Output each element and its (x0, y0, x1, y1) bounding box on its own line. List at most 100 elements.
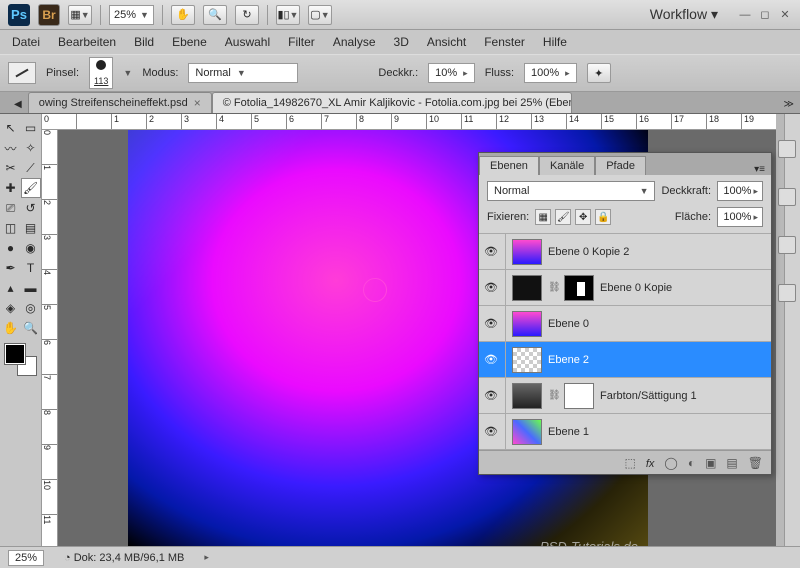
doc-tab-1[interactable]: owing Streifenscheineffekt.psd× (28, 92, 212, 113)
visibility-icon[interactable]: 👁 (483, 424, 499, 440)
lock-pixels-icon[interactable]: 🖌 (555, 209, 571, 225)
menu-bild[interactable]: Bild (134, 35, 154, 49)
menu-hilfe[interactable]: Hilfe (543, 35, 567, 49)
group-icon[interactable]: ▣ (705, 456, 716, 470)
panel-tab-ebenen[interactable]: Ebenen (479, 156, 539, 175)
pen-tool[interactable]: ✒ (1, 258, 21, 278)
layer-thumb[interactable] (512, 239, 542, 265)
eyedropper-tool[interactable]: ⟋ (21, 158, 41, 178)
layer-row[interactable]: 👁 Ebene 1 (479, 414, 771, 450)
lasso-tool[interactable]: 〰 (1, 138, 21, 158)
arrange-button[interactable]: ▮▯▼ (276, 5, 300, 25)
layer-thumb[interactable] (512, 347, 542, 373)
layer-name[interactable]: Farbton/Sättigung 1 (600, 390, 697, 402)
history-brush-tool[interactable]: ↺ (21, 198, 41, 218)
3d-camera-tool[interactable]: ◎ (21, 298, 41, 318)
layer-mask-icon[interactable]: ◯ (664, 456, 677, 470)
visibility-icon[interactable]: 👁 (483, 352, 499, 368)
menu-ebene[interactable]: Ebene (172, 35, 207, 49)
close-icon[interactable]: ✕ (778, 8, 792, 22)
wand-tool[interactable]: ✧ (21, 138, 41, 158)
type-tool[interactable]: T (21, 258, 41, 278)
blur-tool[interactable]: ● (1, 238, 21, 258)
link-layers-icon[interactable]: ⬚ (624, 456, 635, 470)
menu-analyse[interactable]: Analyse (333, 35, 376, 49)
layer-thumb[interactable] (512, 383, 542, 409)
zoom-tool[interactable]: 🔍 (21, 318, 41, 338)
layer-name[interactable]: Ebene 1 (548, 426, 589, 438)
layer-blend-select[interactable]: Normal▼ (487, 181, 655, 201)
menu-auswahl[interactable]: Auswahl (225, 35, 270, 49)
airbrush-icon[interactable]: ✦ (587, 63, 611, 83)
layer-fx-icon[interactable]: fx (646, 456, 655, 470)
delete-layer-icon[interactable]: 🗑 (748, 456, 763, 470)
brush-picker[interactable]: 113 (89, 57, 113, 89)
layer-thumb[interactable] (512, 419, 542, 445)
layer-fill-field[interactable]: 100%▸ (717, 207, 763, 227)
crop-tool[interactable]: ✂ (1, 158, 21, 178)
layer-name[interactable]: Ebene 0 Kopie 2 (548, 246, 629, 258)
layer-mask-thumb[interactable] (564, 275, 594, 301)
menu-filter[interactable]: Filter (288, 35, 315, 49)
tab-scroll-left-icon[interactable]: ◀ (8, 96, 28, 113)
new-layer-icon[interactable]: ▤ (726, 456, 737, 470)
layer-row[interactable]: 👁⛓Ebene 0 Kopie (479, 270, 771, 306)
layer-thumb[interactable] (512, 275, 542, 301)
rotate-tool-icon[interactable]: ↻ (235, 5, 259, 25)
viewmode-button[interactable]: ▦▼ (68, 5, 92, 25)
tool-preset-icon[interactable] (8, 62, 36, 84)
color-swatches[interactable] (5, 344, 37, 376)
eraser-tool[interactable]: ◫ (1, 218, 21, 238)
zoom-tool-icon[interactable]: 🔍 (203, 5, 227, 25)
lock-all-icon[interactable]: 🔒 (595, 209, 611, 225)
shape-tool[interactable]: ▬ (21, 278, 41, 298)
status-menu-icon[interactable]: ▸ (204, 552, 209, 563)
move-tool[interactable]: ↖ (1, 118, 21, 138)
menu-ansicht[interactable]: Ansicht (427, 35, 466, 49)
lock-transparency-icon[interactable]: ▦ (535, 209, 551, 225)
layer-thumb[interactable] (512, 311, 542, 337)
zoom-select[interactable]: 25%▼ (109, 5, 154, 25)
stamp-tool[interactable]: ⎚ (1, 198, 21, 218)
workspace-switcher[interactable]: Workflow ▾ (650, 6, 718, 23)
heal-tool[interactable]: ✚ (1, 178, 21, 198)
status-doc-info[interactable]: ◔ Dok: 23,4 MB/96,1 MB (64, 552, 184, 564)
ruler-horizontal[interactable]: 01234567891011121314151617181920 (42, 114, 776, 130)
dock-history-icon[interactable] (778, 140, 796, 158)
tab-scroll-right-icon[interactable]: ≫ (778, 96, 800, 113)
bridge-icon[interactable]: Br (38, 4, 60, 26)
hand-tool-icon[interactable]: ✋ (171, 5, 195, 25)
photoshop-icon[interactable]: Ps (8, 4, 30, 26)
hand-tool[interactable]: ✋ (1, 318, 21, 338)
brush-tool[interactable]: 🖌 (21, 178, 41, 198)
dock-color-icon[interactable] (778, 236, 796, 254)
marquee-tool[interactable]: ▭ (21, 118, 41, 138)
layer-name[interactable]: Ebene 2 (548, 354, 589, 366)
visibility-icon[interactable]: 👁 (483, 316, 499, 332)
doc-tab-2[interactable]: © Fotolia_14982670_XL Amir Kaljikovic - … (212, 92, 572, 113)
panel-menu-icon[interactable]: ▾≡ (748, 164, 771, 175)
layer-row[interactable]: 👁 Ebene 0 (479, 306, 771, 342)
screenmode-button[interactable]: ▢▼ (308, 5, 332, 25)
close-tab-icon[interactable]: × (194, 96, 201, 110)
status-zoom[interactable]: 25% (8, 550, 44, 566)
layer-row[interactable]: 👁 Ebene 2 (479, 342, 771, 378)
minimize-icon[interactable]: — (738, 8, 752, 22)
adjustment-layer-icon[interactable]: ◐ (688, 456, 695, 470)
dock-styles-icon[interactable] (778, 188, 796, 206)
menu-fenster[interactable]: Fenster (484, 35, 525, 49)
layer-opacity-field[interactable]: 100%▸ (717, 181, 763, 201)
visibility-icon[interactable]: 👁 (483, 244, 499, 260)
panel-tab-kanaele[interactable]: Kanäle (539, 156, 595, 175)
layer-name[interactable]: Ebene 0 (548, 318, 589, 330)
menu-bearbeiten[interactable]: Bearbeiten (58, 35, 116, 49)
menu-3d[interactable]: 3D (394, 35, 409, 49)
menu-datei[interactable]: Datei (12, 35, 40, 49)
layer-row[interactable]: 👁⛓Farbton/Sättigung 1 (479, 378, 771, 414)
foreground-swatch[interactable] (5, 344, 25, 364)
ruler-vertical[interactable]: 01234567891011 (42, 130, 58, 546)
visibility-icon[interactable]: 👁 (483, 280, 499, 296)
flow-field[interactable]: 100%▸ (524, 63, 577, 83)
opacity-field[interactable]: 10%▸ (428, 63, 475, 83)
3d-tool[interactable]: ◈ (1, 298, 21, 318)
